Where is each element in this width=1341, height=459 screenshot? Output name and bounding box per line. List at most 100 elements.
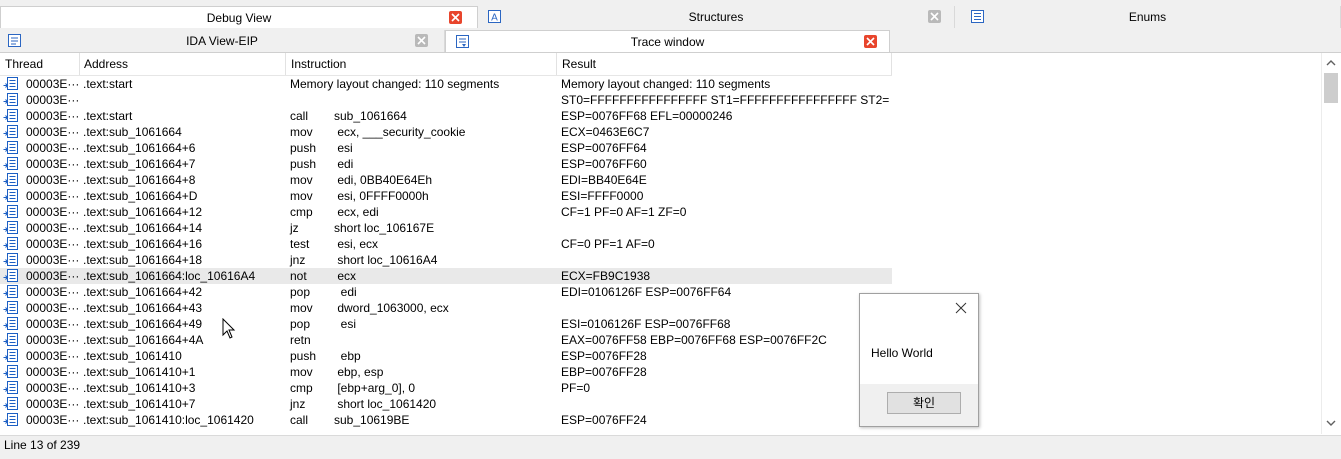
scroll-up-icon[interactable] <box>1326 59 1336 67</box>
scrollbar-thumb[interactable] <box>1324 73 1338 103</box>
mnemonic-cell: mov <box>290 301 313 315</box>
column-divider[interactable] <box>556 53 557 75</box>
table-row[interactable]: 00003E··· .text:sub_1061664:loc_10616A4 no… <box>0 268 892 284</box>
table-row[interactable]: 00003E··· .text:sub_1061664+42 pop edi EDI=… <box>0 284 892 300</box>
table-row[interactable]: 00003E··· .text:sub_1061664+12 cmp ecx, ed… <box>0 204 892 220</box>
table-row[interactable]: 00003E··· .text:sub_1061664+14 jz short loc… <box>0 220 892 236</box>
result-cell: ECX=FB9C1938 <box>561 269 651 283</box>
operand-cell: short loc_1061420 <box>334 397 437 411</box>
table-row[interactable]: 00003E··· .text:sub_1061664+D mov esi, 0FF… <box>0 188 892 204</box>
tab-structures[interactable]: A Structures <box>478 6 955 28</box>
tab-trace-window[interactable]: Trace window <box>445 30 890 52</box>
result-cell: EAX=0076FF58 EBP=0076FF68 ESP=0076FF2C <box>561 333 827 347</box>
trace-entry-icon <box>3 365 18 378</box>
mnemonic-cell: pop <box>290 285 311 299</box>
trace-entry-icon <box>3 317 18 330</box>
thread-cell: 00003E··· <box>26 285 78 299</box>
address-cell: .text:sub_1061664:loc_10616A4 <box>83 269 256 283</box>
mnemonic-cell: mov <box>290 365 313 379</box>
address-cell: .text:sub_1061664+7 <box>83 157 196 171</box>
operand-cell: edi <box>334 285 357 299</box>
address-cell: .text:sub_1061664+12 <box>83 205 203 219</box>
address-cell: .text:sub_1061664+43 <box>83 301 203 315</box>
operand-cell: short loc_106167E <box>334 221 435 235</box>
address-cell: .text:sub_1061664+6 <box>83 141 196 155</box>
status-text: Line 13 of 239 <box>4 438 81 452</box>
operand-cell: sub_10619BE <box>334 413 410 427</box>
table-row[interactable]: 00003E··· .text:sub_1061664+6 push esi ESP=… <box>0 140 892 156</box>
result-cell: ST0=FFFFFFFFFFFFFFFF ST1=FFFFFFFFFFFFFFF… <box>561 93 889 107</box>
tab-debug-view[interactable]: Debug View <box>0 6 478 28</box>
vertical-scrollbar[interactable] <box>1321 53 1341 434</box>
close-icon[interactable] <box>415 34 428 47</box>
table-row[interactable]: 00003E··· .text:sub_1061410:loc_1061420 ca… <box>0 412 892 428</box>
trace-entry-icon <box>3 349 18 362</box>
table-row[interactable]: 00003E··· .text:start Memory layout change… <box>0 76 892 92</box>
table-row[interactable]: 00003E··· .text:sub_1061664+18 jnz short l… <box>0 252 892 268</box>
result-cell: ESP=0076FF60 <box>561 157 647 171</box>
operand-cell: ebp, esp <box>334 365 384 379</box>
close-icon[interactable] <box>955 302 967 314</box>
mnemonic-cell: mov <box>290 173 313 187</box>
mnemonic-cell: push <box>290 141 317 155</box>
table-row[interactable]: 00003E··· .text:sub_1061664 mov ecx, ___se… <box>0 124 892 140</box>
result-cell: PF=0 <box>561 381 591 395</box>
trace-entry-icon <box>3 141 18 154</box>
column-result[interactable]: Result <box>562 57 596 71</box>
column-instruction[interactable]: Instruction <box>291 57 346 71</box>
table-row[interactable]: 00003E··· .text:sub_1061410+3 cmp [ebp+arg… <box>0 380 892 396</box>
trace-entry-icon <box>3 157 18 170</box>
trace-entry-icon <box>3 77 18 90</box>
thread-cell: 00003E··· <box>26 77 78 91</box>
address-cell: .text:start <box>83 77 133 91</box>
tab-enums[interactable]: Enums <box>955 6 1341 28</box>
mnemonic-cell: cmp <box>290 205 313 219</box>
table-row[interactable]: 00003E··· .text:sub_1061664+16 test esi, e… <box>0 236 892 252</box>
tab-bar-bottom: IDA View-EIP Trace window <box>0 30 1341 52</box>
column-divider[interactable] <box>285 53 286 75</box>
close-icon[interactable] <box>449 11 462 24</box>
scroll-down-icon[interactable] <box>1326 419 1336 427</box>
address-cell: .text:sub_1061664+49 <box>83 317 203 331</box>
table-row[interactable]: 00003E··· .text:start call sub_1061664 ESP=0… <box>0 108 892 124</box>
result-cell: ESP=0076FF68 EFL=00000246 <box>561 109 733 123</box>
ok-button[interactable]: 확인 <box>887 392 961 414</box>
mnemonic-cell: mov <box>290 125 313 139</box>
tab-label: Structures <box>688 10 744 24</box>
mnemonic-cell: mov <box>290 189 313 203</box>
table-row[interactable]: 00003E··· .text:sub_1061410+1 mov ebp, esp… <box>0 364 892 380</box>
thread-cell: 00003E··· <box>26 237 78 251</box>
table-row[interactable]: 00003E··· .text:sub_1061664+7 push edi ESP=… <box>0 156 892 172</box>
trace-entry-icon <box>3 237 18 250</box>
close-icon[interactable] <box>864 35 877 48</box>
mnemonic-cell: call <box>290 413 309 427</box>
result-cell: ESI=FFFF0000 <box>561 189 644 203</box>
table-row[interactable]: 00003E··· .text:sub_1061664+43 mov dword_1… <box>0 300 892 316</box>
tab-ida-view-eip[interactable]: IDA View-EIP <box>0 30 445 52</box>
column-thread[interactable]: Thread <box>5 57 43 71</box>
column-divider[interactable] <box>891 53 892 75</box>
thread-cell: 00003E··· <box>26 253 78 267</box>
table-row[interactable]: 00003E··· ST0=FFFFFFFFFFFFFFFF ST1=FFFFFF… <box>0 92 892 108</box>
result-cell: ESP=0076FF24 <box>561 413 647 427</box>
table-row[interactable]: 00003E··· .text:sub_1061664+8 mov edi, 0BB… <box>0 172 892 188</box>
column-divider[interactable] <box>79 53 80 75</box>
result-cell: EBP=0076FF28 <box>561 365 647 379</box>
status-bar: Line 13 of 239 <box>0 435 1341 459</box>
thread-cell: 00003E··· <box>26 109 78 123</box>
table-row[interactable]: 00003E··· .text:sub_1061410+7 jnz short lo… <box>0 396 892 412</box>
mnemonic-cell: retn <box>290 333 311 347</box>
table-row[interactable]: 00003E··· .text:sub_1061664+49 pop esi ESI=… <box>0 316 892 332</box>
table-row[interactable]: 00003E··· .text:sub_1061664+4A retn EAX=007… <box>0 332 892 348</box>
column-address[interactable]: Address <box>84 57 128 71</box>
trace-entry-icon <box>3 269 18 282</box>
mnemonic-cell: pop <box>290 317 311 331</box>
table-row[interactable]: 00003E··· .text:sub_1061410 push ebp ESP=00… <box>0 348 892 364</box>
trace-panel: Thread Address Instruction Result 00003E… <box>0 52 1341 435</box>
operand-cell: edi, 0BB40E64Eh <box>334 173 433 187</box>
close-icon[interactable] <box>928 10 941 23</box>
address-cell: .text:sub_1061410+3 <box>83 381 196 395</box>
thread-cell: 00003E··· <box>26 365 78 379</box>
mnemonic-cell: jnz <box>290 253 306 267</box>
address-cell: .text:sub_1061664+18 <box>83 253 203 267</box>
